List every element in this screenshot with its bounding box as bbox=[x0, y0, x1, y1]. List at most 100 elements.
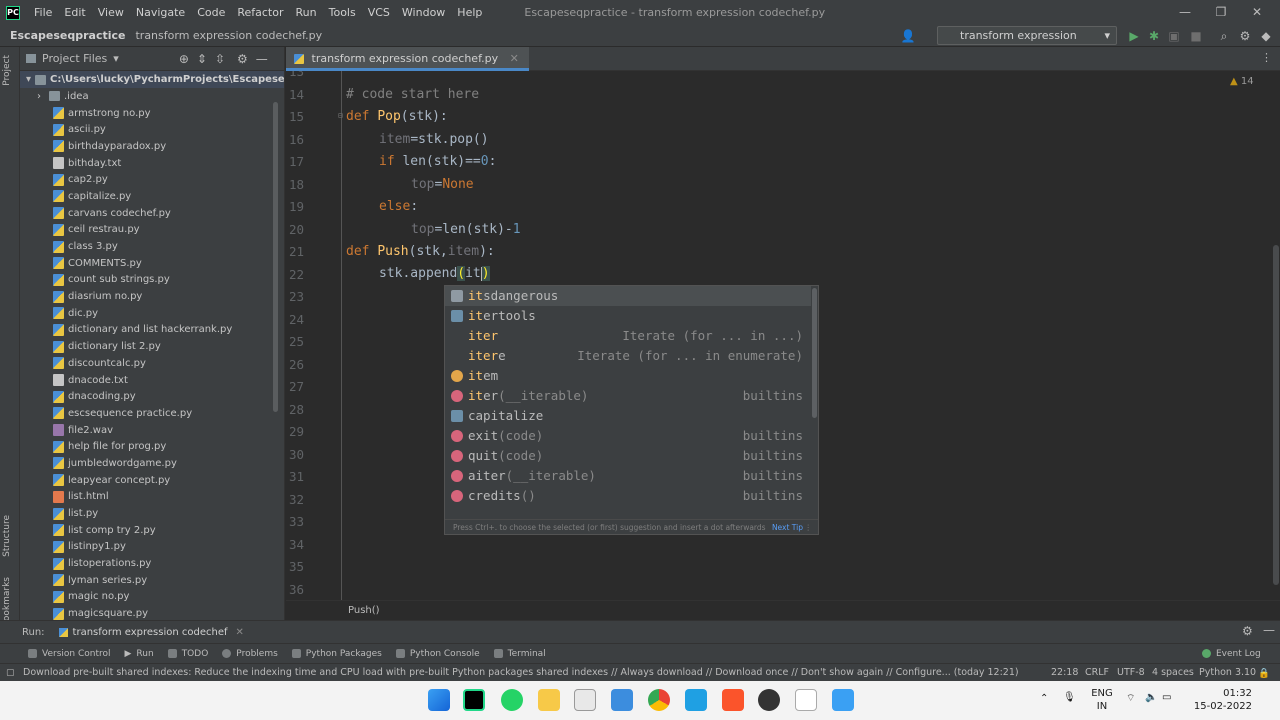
chevron-up-icon[interactable]: ⌃ bbox=[1040, 693, 1048, 704]
project-tool-tab[interactable]: Project bbox=[2, 55, 12, 86]
completion-item[interactable]: exit (code) builtins bbox=[445, 426, 811, 446]
debug-icon[interactable]: ✱ bbox=[1146, 28, 1162, 44]
menu-refactor[interactable]: Refactor bbox=[231, 6, 289, 19]
status-toggle-icon[interactable]: ▢ bbox=[6, 665, 15, 682]
list-item[interactable]: list.html bbox=[20, 489, 284, 506]
list-item[interactable]: magic no.py bbox=[20, 589, 284, 606]
jetbrains-logo-icon[interactable]: ◆ bbox=[1258, 28, 1274, 44]
microsoft-store-icon[interactable] bbox=[611, 689, 633, 711]
more-icon[interactable]: ⋮ bbox=[805, 520, 813, 534]
event-log-tab[interactable]: Event Log bbox=[1202, 649, 1261, 659]
more-tabs-icon[interactable]: ⋮ bbox=[1261, 51, 1272, 64]
completion-item[interactable]: capitalize bbox=[445, 406, 811, 426]
menu-navigate[interactable]: Navigate bbox=[130, 6, 191, 19]
hide-icon[interactable]: — bbox=[256, 52, 268, 66]
notes-icon[interactable] bbox=[832, 689, 854, 711]
list-item[interactable]: dnacoding.py bbox=[20, 388, 284, 405]
wifi-icon[interactable]: ⌔ bbox=[1126, 692, 1135, 705]
whatsapp-icon[interactable] bbox=[501, 689, 523, 711]
search-icon[interactable]: ⌕ bbox=[1216, 28, 1232, 44]
project-view-selector[interactable]: Project Files bbox=[42, 52, 107, 65]
speaker-icon[interactable]: 🔈 bbox=[1145, 692, 1157, 703]
structure-tool-tab[interactable]: Structure bbox=[2, 515, 12, 557]
run-tab[interactable]: ▶ Run bbox=[125, 649, 154, 659]
coverage-icon[interactable]: ▣ bbox=[1166, 28, 1182, 44]
list-item[interactable]: diasrium no.py bbox=[20, 288, 284, 305]
close-icon[interactable]: ✕ bbox=[1240, 0, 1274, 25]
list-item[interactable]: help file for prog.py bbox=[20, 438, 284, 455]
menu-window[interactable]: Window bbox=[396, 6, 451, 19]
list-item[interactable]: discountcalc.py bbox=[20, 355, 284, 372]
chrome-icon[interactable] bbox=[648, 689, 670, 711]
completion-scrollbar[interactable] bbox=[812, 288, 817, 418]
status-message[interactable]: Download pre-built shared indexes: Reduc… bbox=[23, 664, 1019, 681]
completion-item[interactable]: aiter (__iterable) builtins bbox=[445, 466, 811, 486]
caret-position[interactable]: 22:18 bbox=[1051, 664, 1078, 681]
battery-icon[interactable]: ▭ bbox=[1162, 692, 1171, 703]
clock[interactable]: 01:32 15-02-2022 bbox=[1180, 687, 1252, 713]
menu-tools[interactable]: Tools bbox=[323, 6, 362, 19]
list-item[interactable]: ceil restrau.py bbox=[20, 222, 284, 239]
menu-run[interactable]: Run bbox=[290, 6, 323, 19]
list-item[interactable]: dnacode.txt bbox=[20, 372, 284, 389]
lock-icon[interactable]: 🔒 bbox=[1258, 665, 1270, 682]
chevron-down-icon[interactable]: ▾ bbox=[26, 74, 31, 85]
settings-gear-icon[interactable]: ⚙ bbox=[1237, 28, 1253, 44]
pycharm-logo-icon[interactable]: PC bbox=[6, 5, 20, 20]
run-config-dropdown[interactable]: transform expression codechef ▾ bbox=[937, 26, 1117, 59]
todo-tab[interactable]: TODO bbox=[167, 649, 208, 659]
minimize-icon[interactable]: — bbox=[1168, 0, 1202, 25]
pycharm-taskbar-icon[interactable] bbox=[463, 689, 485, 711]
phone-link-icon[interactable] bbox=[685, 689, 707, 711]
list-item[interactable]: dictionary and list hackerrank.py bbox=[20, 322, 284, 339]
completion-item[interactable]: it sdangerous bbox=[445, 286, 811, 306]
notepad-icon[interactable] bbox=[795, 689, 817, 711]
expand-all-icon[interactable]: ⇕ bbox=[197, 52, 207, 66]
breadcrumb-function[interactable]: Push() bbox=[348, 605, 380, 616]
python-packages-tab[interactable]: Python Packages bbox=[291, 649, 382, 659]
breadcrumb-project[interactable]: Escapeseqpractice bbox=[10, 29, 125, 42]
windows-start-icon[interactable] bbox=[428, 689, 450, 711]
list-item[interactable]: bithday.txt bbox=[20, 155, 284, 172]
terminal-tab[interactable]: Terminal bbox=[493, 649, 546, 659]
hide-icon[interactable]: — bbox=[1263, 623, 1275, 637]
chevron-down-icon[interactable]: ▾ bbox=[113, 52, 119, 65]
list-item[interactable]: listinpy1.py bbox=[20, 539, 284, 556]
completion-item[interactable]: iter e Iterate (for ... in enumerate) bbox=[445, 346, 811, 366]
list-item[interactable]: dictionary list 2.py bbox=[20, 338, 284, 355]
list-item[interactable]: armstrong no.py bbox=[20, 105, 284, 122]
project-scrollbar[interactable] bbox=[273, 102, 278, 412]
list-item[interactable]: count sub strings.py bbox=[20, 272, 284, 289]
list-item[interactable]: lyman series.py bbox=[20, 572, 284, 589]
list-item[interactable]: jumbledwordgame.py bbox=[20, 455, 284, 472]
list-item[interactable]: escsequence practice.py bbox=[20, 405, 284, 422]
list-item[interactable]: class 3.py bbox=[20, 238, 284, 255]
menu-file[interactable]: File bbox=[28, 6, 58, 19]
file-encoding[interactable]: UTF-8 bbox=[1117, 664, 1145, 681]
run-icon[interactable]: ▶ bbox=[1126, 28, 1142, 44]
tab-transform-expression-codechef[interactable]: transform expression codechef.py ✕ bbox=[286, 47, 529, 71]
completion-item[interactable]: it em bbox=[445, 366, 811, 386]
list-item[interactable]: file2.wav bbox=[20, 422, 284, 439]
menu-code[interactable]: Code bbox=[191, 6, 231, 19]
list-item[interactable]: birthdayparadox.py bbox=[20, 138, 284, 155]
list-item[interactable]: list.py bbox=[20, 505, 284, 522]
completion-item[interactable]: it er (__iterable) builtins bbox=[445, 386, 811, 406]
collapse-all-icon[interactable]: ⇳ bbox=[215, 52, 225, 66]
menu-edit[interactable]: Edit bbox=[58, 6, 91, 19]
user-icon[interactable]: 👤 bbox=[900, 28, 916, 44]
list-item[interactable]: list comp try 2.py bbox=[20, 522, 284, 539]
list-item[interactable]: cap2.py bbox=[20, 171, 284, 188]
version-control-tab[interactable]: Version Control bbox=[28, 649, 111, 659]
inspection-widget[interactable]: ▲ 14 bbox=[1230, 76, 1254, 87]
list-item[interactable]: carvans codechef.py bbox=[20, 205, 284, 222]
list-item[interactable]: listoperations.py bbox=[20, 555, 284, 572]
indent-setting[interactable]: 4 spaces bbox=[1152, 664, 1194, 681]
language-indicator[interactable]: ENG IN bbox=[1089, 687, 1115, 713]
close-tab-icon[interactable]: ✕ bbox=[236, 627, 244, 638]
python-console-tab[interactable]: Python Console bbox=[395, 649, 480, 659]
run-config-tab[interactable]: transform expression codechef bbox=[73, 627, 228, 638]
fold-icon[interactable]: ⊟ bbox=[338, 111, 343, 120]
editor-scrollbar[interactable] bbox=[1273, 245, 1279, 585]
close-tab-icon[interactable]: ✕ bbox=[510, 52, 519, 65]
